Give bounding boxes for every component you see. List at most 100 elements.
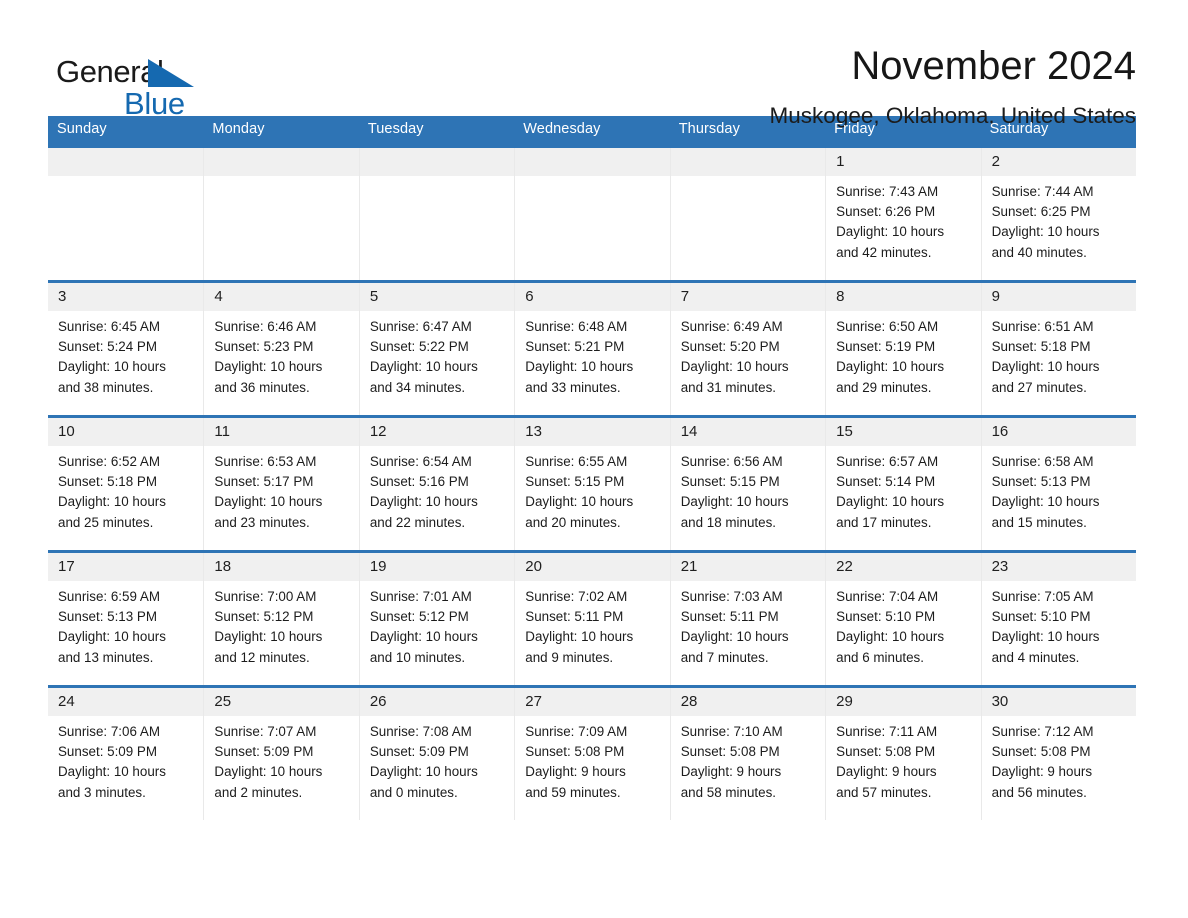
day-number: 10 [58,423,75,440]
daylight-text-line1: Daylight: 10 hours [58,494,166,510]
day-info: Sunrise: 6:53 AM Sunset: 5:17 PM Dayligh… [204,446,358,533]
daylight-text-line1: Daylight: 10 hours [836,629,945,645]
page-title: November 2024 [851,44,1136,88]
day-info: Sunrise: 7:43 AM Sunset: 6:26 PM Dayligh… [826,176,980,263]
day-cell[interactable]: 26 Sunrise: 7:08 AM Sunset: 5:09 PM Dayl… [358,688,515,820]
calendar-week-row: 17 Sunrise: 6:59 AM Sunset: 5:13 PM Dayl… [48,550,1136,685]
day-number-band: 21 [670,553,826,581]
calendar-grid: Sunday Monday Tuesday Wednesday Thursday… [48,116,1136,820]
day-number-band: 6 [515,283,670,311]
logo-text-blue: Blue [124,86,185,121]
sunrise-text: Sunrise: 6:57 AM [836,454,939,469]
day-info: Sunrise: 6:50 AM Sunset: 5:19 PM Dayligh… [826,311,980,398]
day-cell[interactable]: 20 Sunrise: 7:02 AM Sunset: 5:11 PM Dayl… [514,553,670,685]
daylight-text-line2: and 40 minutes. [991,244,1087,260]
sunset-text: Sunset: 5:09 PM [58,744,157,760]
day-cell[interactable]: 6 Sunrise: 6:48 AM Sunset: 5:21 PM Dayli… [514,283,670,415]
day-cell[interactable]: 28 Sunrise: 7:10 AM Sunset: 5:08 PM Dayl… [669,688,826,820]
sunset-text: Sunset: 5:18 PM [991,339,1091,355]
day-number-band: 29 [826,688,981,716]
day-cell[interactable]: 19 Sunrise: 7:01 AM Sunset: 5:12 PM Dayl… [358,553,515,685]
day-number: 11 [214,423,230,440]
day-cell[interactable]: 8 Sunrise: 6:50 AM Sunset: 5:19 PM Dayli… [825,283,981,415]
day-cell[interactable]: 15 Sunrise: 6:57 AM Sunset: 5:14 PM Dayl… [825,418,981,550]
daylight-text-line2: and 31 minutes. [680,379,776,395]
daylight-text-line1: Daylight: 10 hours [525,494,634,510]
day-cell[interactable]: 4 Sunrise: 6:46 AM Sunset: 5:23 PM Dayli… [203,283,359,415]
day-cell[interactable]: 13 Sunrise: 6:55 AM Sunset: 5:15 PM Dayl… [514,418,670,550]
day-info: Sunrise: 6:51 AM Sunset: 5:18 PM Dayligh… [982,311,1136,398]
day-cell[interactable]: 24 Sunrise: 7:06 AM Sunset: 5:09 PM Dayl… [48,688,204,820]
day-number-band [204,148,359,176]
sunset-text: Sunset: 5:12 PM [214,609,314,625]
general-blue-logo[interactable]: General Blue [56,44,206,121]
day-info: Sunrise: 6:48 AM Sunset: 5:21 PM Dayligh… [515,311,669,398]
weekday-header-thursday: Thursday [678,121,740,137]
day-cell[interactable]: 14 Sunrise: 6:56 AM Sunset: 5:15 PM Dayl… [669,418,826,550]
day-cell[interactable]: 21 Sunrise: 7:03 AM Sunset: 5:11 PM Dayl… [669,553,826,685]
sunrise-text: Sunrise: 7:11 AM [836,724,938,739]
day-number: 23 [991,558,1009,575]
sunrise-text: Sunrise: 7:43 AM [836,184,939,199]
day-cell[interactable]: 5 Sunrise: 6:47 AM Sunset: 5:22 PM Dayli… [358,283,515,415]
daylight-text-line1: Daylight: 10 hours [214,359,323,375]
daylight-text-line1: Daylight: 10 hours [369,494,478,510]
day-info: Sunrise: 7:03 AM Sunset: 5:11 PM Dayligh… [671,581,825,668]
day-number-band: 17 [48,553,204,581]
daylight-text-line2: and 9 minutes. [525,649,614,665]
day-cell[interactable]: 16 Sunrise: 6:58 AM Sunset: 5:13 PM Dayl… [980,418,1136,550]
day-cell[interactable]: 11 Sunrise: 6:53 AM Sunset: 5:17 PM Dayl… [203,418,359,550]
day-cell[interactable]: 22 Sunrise: 7:04 AM Sunset: 5:10 PM Dayl… [825,553,981,685]
sunrise-text: Sunrise: 6:46 AM [214,319,317,334]
day-info: Sunrise: 7:07 AM Sunset: 5:09 PM Dayligh… [204,716,358,803]
sunrise-text: Sunrise: 7:00 AM [214,589,317,604]
day-number-band: 27 [515,688,670,716]
sunset-text: Sunset: 5:15 PM [680,474,780,490]
daylight-text-line2: and 22 minutes. [369,514,466,530]
daylight-text-line2: and 12 minutes. [214,649,310,665]
day-cell[interactable]: 18 Sunrise: 7:00 AM Sunset: 5:12 PM Dayl… [203,553,359,685]
day-info: Sunrise: 6:46 AM Sunset: 5:23 PM Dayligh… [204,311,358,398]
day-cell[interactable]: 30 Sunrise: 7:12 AM Sunset: 5:08 PM Dayl… [980,688,1136,820]
sunrise-text: Sunrise: 7:09 AM [525,724,628,739]
daylight-text-line1: Daylight: 10 hours [58,629,166,645]
sunrise-text: Sunrise: 6:47 AM [369,319,472,334]
day-number-band: 1 [826,148,981,176]
day-cell[interactable]: 9 Sunrise: 6:51 AM Sunset: 5:18 PM Dayli… [980,283,1136,415]
daylight-text-line1: Daylight: 9 hours [836,764,937,780]
day-cell[interactable]: 12 Sunrise: 6:54 AM Sunset: 5:16 PM Dayl… [358,418,515,550]
daylight-text-line2: and 27 minutes. [991,379,1087,395]
day-number: 22 [836,558,853,575]
day-cell[interactable]: 7 Sunrise: 6:49 AM Sunset: 5:20 PM Dayli… [669,283,826,415]
sunset-text: Sunset: 5:20 PM [680,339,780,355]
day-number: 8 [836,288,845,305]
day-cell[interactable]: 25 Sunrise: 7:07 AM Sunset: 5:09 PM Dayl… [203,688,359,820]
sunset-text: Sunset: 5:11 PM [680,609,779,625]
daylight-text-line2: and 57 minutes. [836,784,932,800]
sunrise-text: Sunrise: 7:02 AM [525,589,628,604]
sunset-text: Sunset: 5:08 PM [525,744,625,760]
day-cell[interactable]: 27 Sunrise: 7:09 AM Sunset: 5:08 PM Dayl… [514,688,670,820]
sunset-text: Sunset: 5:16 PM [369,474,469,490]
daylight-text-line1: Daylight: 10 hours [369,629,478,645]
day-cell[interactable]: 10 Sunrise: 6:52 AM Sunset: 5:18 PM Dayl… [48,418,204,550]
sunset-text: Sunset: 5:10 PM [991,609,1091,625]
day-cell[interactable]: 17 Sunrise: 6:59 AM Sunset: 5:13 PM Dayl… [48,553,204,685]
day-cell[interactable]: 29 Sunrise: 7:11 AM Sunset: 5:08 PM Dayl… [825,688,981,820]
day-number: 13 [525,423,542,440]
sunset-text: Sunset: 5:13 PM [58,609,157,625]
day-cell[interactable]: 23 Sunrise: 7:05 AM Sunset: 5:10 PM Dayl… [980,553,1136,685]
day-cell[interactable]: 2 Sunrise: 7:44 AM Sunset: 6:25 PM Dayli… [980,148,1136,280]
daylight-text-line2: and 36 minutes. [214,379,310,395]
daylight-text-line2: and 25 minutes. [58,514,154,530]
daylight-text-line1: Daylight: 10 hours [991,629,1100,645]
sunrise-text: Sunrise: 6:51 AM [991,319,1094,334]
daylight-text-line1: Daylight: 10 hours [680,629,789,645]
day-number: 17 [58,558,75,575]
day-number-band: 24 [48,688,204,716]
day-cell[interactable]: 1 Sunrise: 7:43 AM Sunset: 6:26 PM Dayli… [825,148,981,280]
day-number-band: 19 [359,553,515,581]
sunset-text: Sunset: 5:21 PM [525,339,625,355]
day-number-band [48,148,204,176]
day-cell[interactable]: 3 Sunrise: 6:45 AM Sunset: 5:24 PM Dayli… [48,283,204,415]
